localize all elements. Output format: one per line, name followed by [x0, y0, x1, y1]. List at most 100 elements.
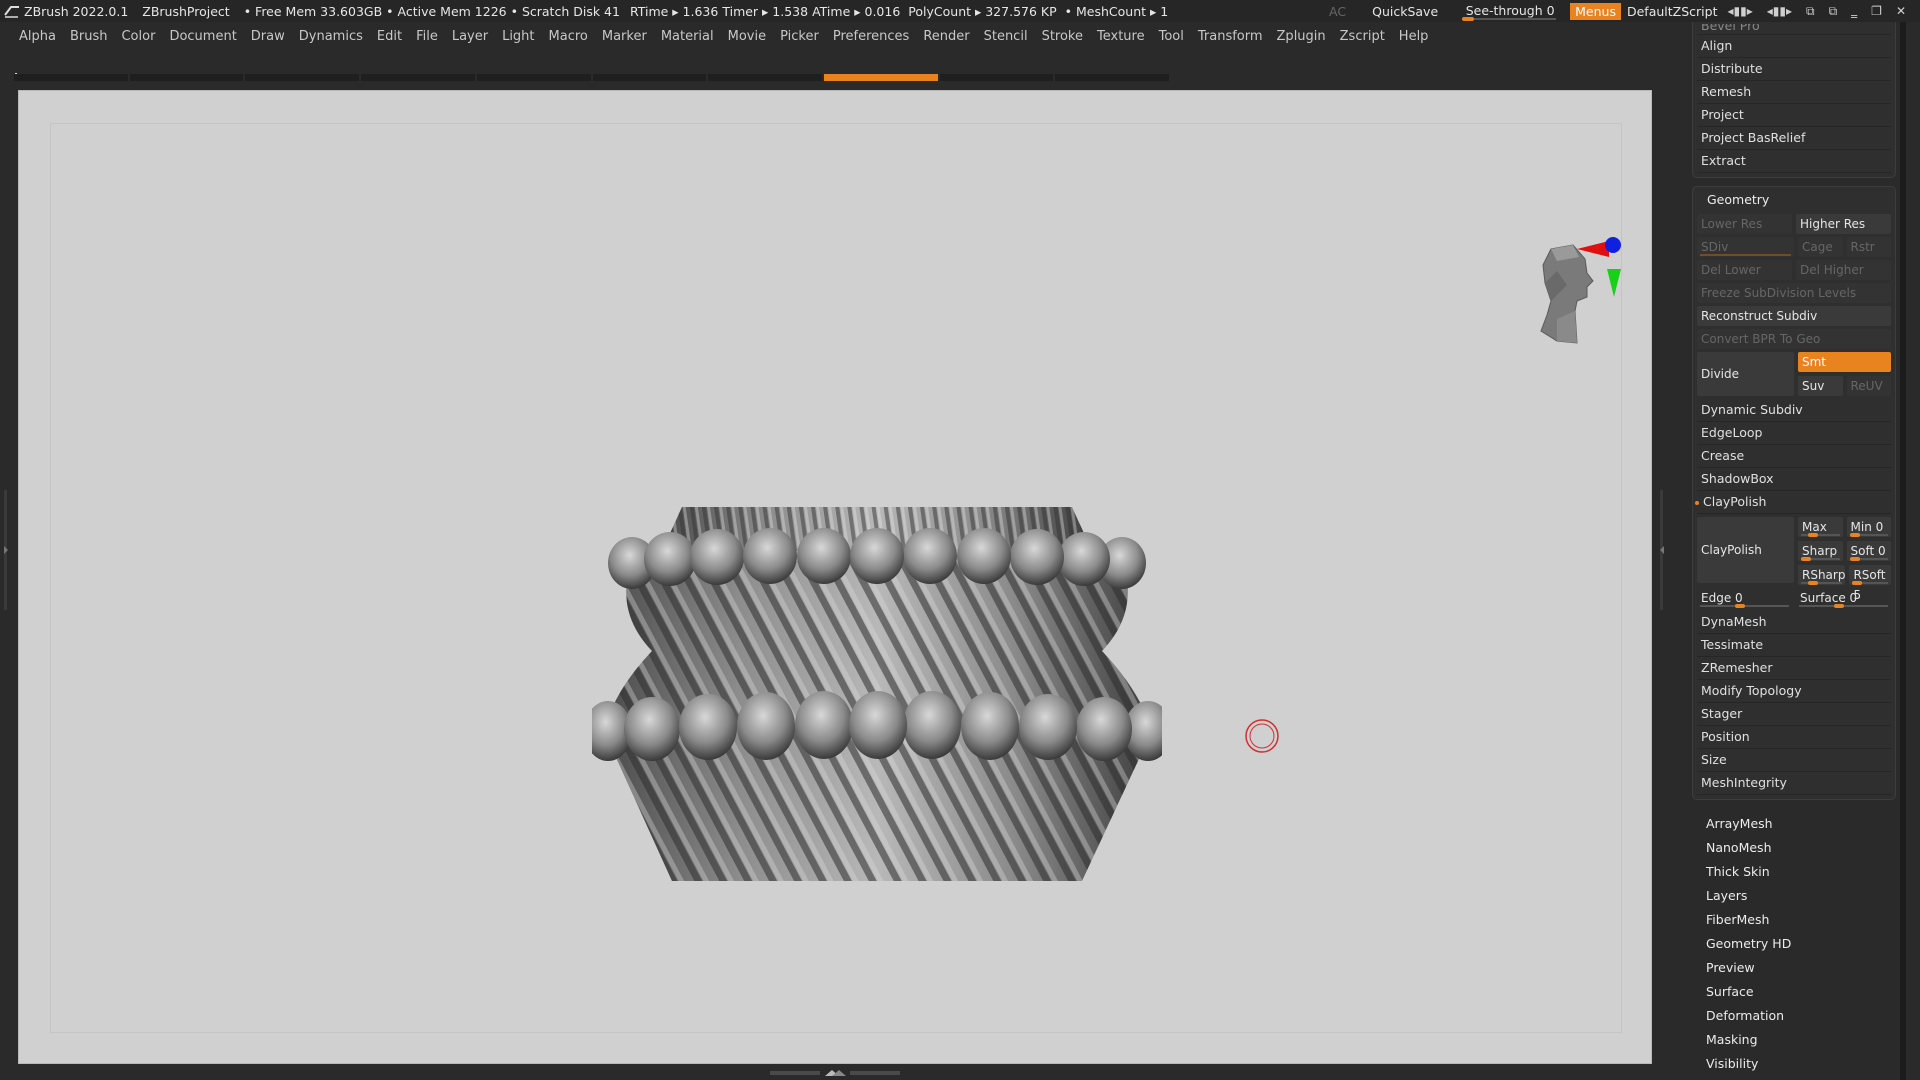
menu-material[interactable]: Material: [661, 29, 714, 44]
menu-color[interactable]: Color: [121, 29, 155, 44]
soft-knob[interactable]: [1849, 557, 1860, 561]
quicksave-button[interactable]: QuickSave: [1372, 4, 1438, 19]
menu-dynamics[interactable]: Dynamics: [299, 29, 363, 44]
menu-tool[interactable]: Tool: [1159, 29, 1184, 44]
tool-subpalette-visibility[interactable]: Visibility: [1692, 1052, 1896, 1076]
max-knob[interactable]: [1808, 533, 1818, 537]
geometry-item-size[interactable]: Size: [1697, 749, 1891, 772]
surface-knob[interactable]: [1834, 604, 1844, 608]
copy-window-icon[interactable]: ⧉: [1806, 4, 1815, 19]
menu-light[interactable]: Light: [502, 29, 534, 44]
menu-stencil[interactable]: Stencil: [984, 29, 1028, 44]
tool-subpalette-masking[interactable]: Masking: [1692, 1028, 1896, 1052]
geometry-item-position[interactable]: Position: [1697, 726, 1891, 749]
tool-subpalette-nanomesh[interactable]: NanoMesh: [1692, 836, 1896, 860]
sharp-slider[interactable]: Sharp: [1798, 541, 1843, 561]
geometry-item-dynamesh[interactable]: DynaMesh: [1697, 611, 1891, 634]
tool-subpalette-thick-skin[interactable]: Thick Skin: [1692, 860, 1896, 884]
tool-subpalette-preview[interactable]: Preview: [1692, 956, 1896, 980]
document-tab[interactable]: [1055, 74, 1170, 81]
edge-slider[interactable]: Edge 0: [1697, 588, 1792, 608]
document-tab[interactable]: [245, 74, 360, 81]
document-tab[interactable]: [823, 74, 938, 81]
freeze-subdiv-button[interactable]: Freeze SubDivision Levels: [1697, 283, 1891, 303]
document-tab[interactable]: [361, 74, 475, 81]
bottom-shelf-handle[interactable]: [770, 1068, 900, 1078]
sdiv-slider[interactable]: SDiv: [1697, 237, 1794, 257]
menus-toggle[interactable]: Menus: [1570, 2, 1621, 20]
higher-res-button[interactable]: Higher Res: [1796, 214, 1891, 234]
edge-knob[interactable]: [1735, 604, 1745, 608]
menu-marker[interactable]: Marker: [602, 29, 647, 44]
menu-movie[interactable]: Movie: [728, 29, 766, 44]
rsoft-slider[interactable]: RSoft 5: [1849, 565, 1891, 602]
surface-slider[interactable]: Surface 0: [1796, 588, 1891, 608]
tool-subpalette-deformation[interactable]: Deformation: [1692, 1004, 1896, 1028]
tool-item-distribute[interactable]: Distribute: [1697, 58, 1891, 81]
panel-scrollbar[interactable]: [1900, 22, 1906, 1080]
smt-toggle[interactable]: Smt: [1798, 352, 1891, 372]
menu-zscript[interactable]: Zscript: [1340, 29, 1385, 44]
tool-item-remesh[interactable]: Remesh: [1697, 81, 1891, 104]
menu-alpha[interactable]: Alpha: [19, 29, 56, 44]
slider-knob[interactable]: [1462, 17, 1475, 21]
document-tab[interactable]: [129, 74, 244, 81]
geometry-item-dynamic-subdiv[interactable]: Dynamic Subdiv: [1697, 399, 1891, 422]
layout-arrows-icon[interactable]: ◂▮▮▸: [1727, 4, 1752, 19]
del-higher-button[interactable]: Del Higher: [1796, 260, 1891, 280]
geometry-header[interactable]: Geometry: [1697, 189, 1891, 211]
maximize-icon[interactable]: ❐: [1871, 4, 1882, 19]
geometry-item-edgeloop[interactable]: EdgeLoop: [1697, 422, 1891, 445]
tool-item-extract[interactable]: Extract: [1697, 150, 1891, 173]
close-icon[interactable]: ✕: [1896, 4, 1906, 19]
see-through-slider[interactable]: See-through 0: [1462, 2, 1558, 21]
menu-render[interactable]: Render: [923, 29, 969, 44]
document-canvas[interactable]: [18, 90, 1652, 1064]
max-slider[interactable]: Max 25: [1798, 517, 1843, 554]
claypolish-header[interactable]: ClayPolish: [1695, 491, 1891, 514]
rstr-button[interactable]: Rstr: [1846, 237, 1891, 257]
sharp-knob[interactable]: [1801, 557, 1811, 561]
tool-item-project[interactable]: Project: [1697, 104, 1891, 127]
document-tab[interactable]: [14, 74, 128, 81]
min-slider[interactable]: Min 0: [1846, 517, 1891, 537]
geometry-item-meshintegrity[interactable]: MeshIntegrity: [1697, 772, 1891, 795]
claypolish-button[interactable]: ClayPolish: [1697, 517, 1794, 583]
menu-help[interactable]: Help: [1399, 29, 1429, 44]
menu-preferences[interactable]: Preferences: [833, 29, 909, 44]
rsoft-knob[interactable]: [1852, 581, 1863, 585]
document-tab[interactable]: [476, 74, 591, 81]
suv-toggle[interactable]: Suv: [1798, 376, 1843, 396]
left-shelf-handle[interactable]: [3, 490, 9, 610]
geometry-item-tessimate[interactable]: Tessimate: [1697, 634, 1891, 657]
geometry-item-stager[interactable]: Stager: [1697, 703, 1891, 726]
menu-brush[interactable]: Brush: [70, 29, 108, 44]
menu-file[interactable]: File: [416, 29, 438, 44]
restore-window-icon[interactable]: ⧉: [1829, 4, 1838, 19]
menu-document[interactable]: Document: [169, 29, 236, 44]
rsharp-knob[interactable]: [1808, 581, 1818, 585]
document-tab[interactable]: [708, 74, 822, 81]
default-zscript-button[interactable]: DefaultZScript: [1627, 4, 1718, 19]
menu-edit[interactable]: Edit: [377, 29, 402, 44]
right-shelf-handle[interactable]: [1659, 490, 1665, 610]
layout-arrows-icon-2[interactable]: ◂▮▮▸: [1767, 4, 1792, 19]
sculpted-vase-mesh[interactable]: [592, 501, 1162, 901]
menu-texture[interactable]: Texture: [1097, 29, 1145, 44]
document-tab[interactable]: [592, 74, 707, 81]
geometry-item-crease[interactable]: Crease: [1697, 445, 1891, 468]
del-lower-button[interactable]: Del Lower: [1697, 260, 1792, 280]
min-knob[interactable]: [1849, 533, 1860, 537]
tool-subpalette-surface[interactable]: Surface: [1692, 980, 1896, 1004]
minimize-icon[interactable]: ‗: [1851, 4, 1857, 19]
reuv-toggle[interactable]: ReUV: [1846, 376, 1891, 396]
bevel-pro-item[interactable]: Bevel Pro: [1697, 24, 1891, 35]
lower-res-button[interactable]: Lower Res: [1697, 214, 1792, 234]
menu-picker[interactable]: Picker: [780, 29, 819, 44]
soft-slider[interactable]: Soft 0: [1846, 541, 1891, 561]
tool-item-align[interactable]: Align: [1697, 35, 1891, 58]
menu-layer[interactable]: Layer: [452, 29, 488, 44]
convert-bpr-button[interactable]: Convert BPR To Geo: [1697, 329, 1891, 349]
tool-subpalette-geometry-hd[interactable]: Geometry HD: [1692, 932, 1896, 956]
reconstruct-subdiv-button[interactable]: Reconstruct Subdiv: [1697, 306, 1891, 326]
